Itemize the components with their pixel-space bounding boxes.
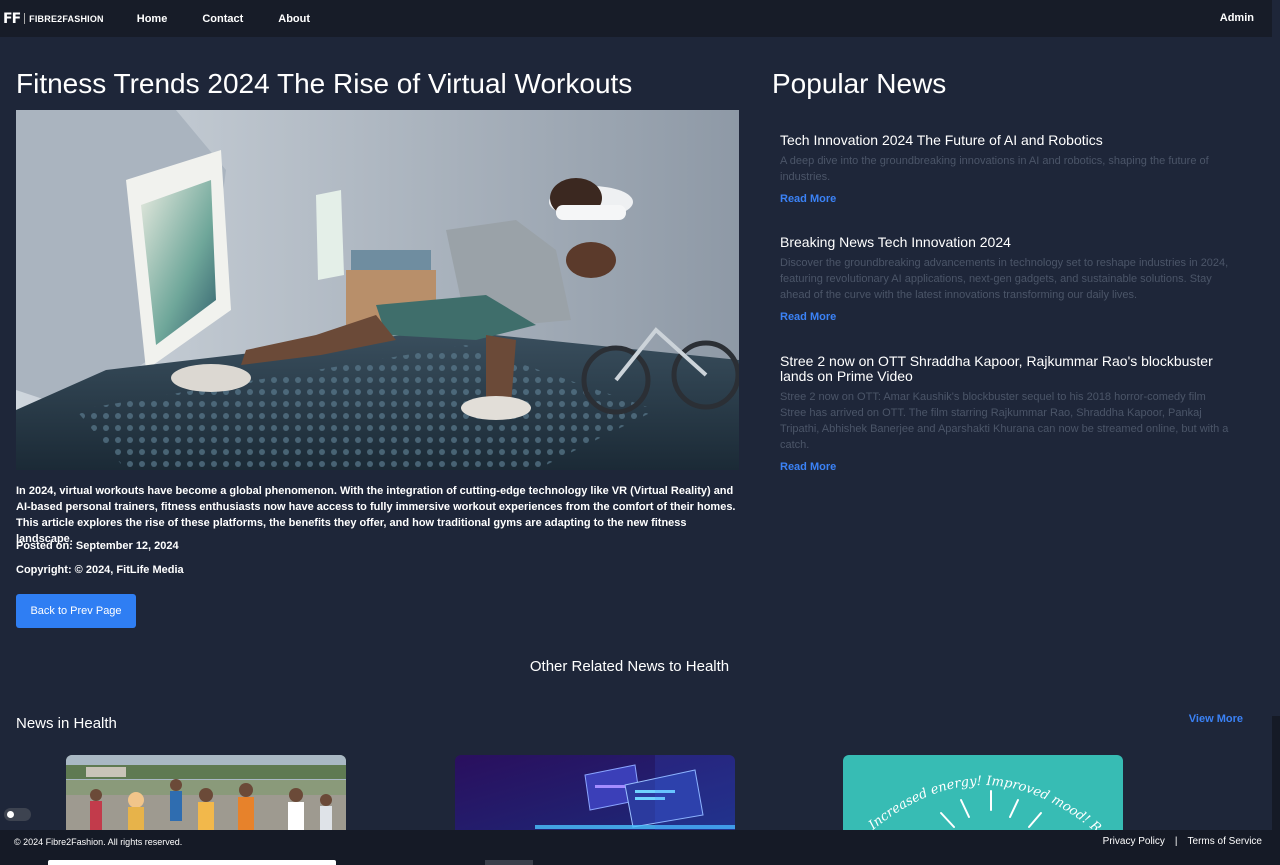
popular-item-title[interactable]: Tech Innovation 2024 The Future of AI an… — [780, 133, 1235, 148]
footer-separator: | — [1174, 836, 1178, 847]
terms-of-service-link[interactable]: Terms of Service — [1188, 836, 1262, 847]
posted-label: Posted on: — [16, 540, 73, 552]
top-navbar: FF FIBRE2FASHION Home Contact About Admi… — [0, 0, 1272, 37]
health-news-card[interactable]: Increased energy! Improved mood! Reduced… — [843, 755, 1123, 835]
article-body: In 2024, virtual workouts have become a … — [16, 485, 736, 545]
popular-news-item: Stree 2 now on OTT Shraddha Kapoor, Rajk… — [780, 354, 1235, 475]
footer-links: Privacy Policy | Terms of Service — [1103, 836, 1262, 847]
toggle-knob — [7, 811, 14, 818]
site-logo[interactable]: FF FIBRE2FASHION — [3, 0, 104, 37]
article-title: Fitness Trends 2024 The Rise of Virtual … — [16, 68, 633, 99]
view-more-link[interactable]: View More — [1189, 713, 1243, 725]
bottom-input-edge — [48, 860, 336, 865]
logo-text: FIBRE2FASHION — [29, 13, 104, 24]
copyright-value: © 2024, FitLife Media — [74, 564, 184, 576]
bottom-element-edge — [485, 860, 533, 865]
popular-item-title[interactable]: Stree 2 now on OTT Shraddha Kapoor, Rajk… — [780, 354, 1235, 384]
logo-divider — [24, 13, 26, 24]
logo-mark: FF — [3, 10, 21, 27]
privacy-policy-link[interactable]: Privacy Policy — [1103, 836, 1165, 847]
read-more-link[interactable]: Read More — [780, 311, 836, 323]
theme-toggle[interactable] — [4, 808, 31, 821]
footer-copyright: © 2024 Fibre2Fashion. All rights reserve… — [14, 837, 183, 847]
read-more-link[interactable]: Read More — [780, 193, 836, 205]
popular-news-title: Popular News — [772, 68, 947, 99]
read-more-link[interactable]: Read More — [780, 461, 836, 473]
posted-value: September 12, 2024 — [75, 540, 179, 552]
posted-date: Posted on: September 12, 2024 — [16, 540, 179, 552]
related-news-heading: Other Related News to Health — [529, 658, 730, 675]
popular-item-desc: A deep dive into the groundbreaking inno… — [780, 155, 1209, 183]
scrollbar-track[interactable] — [1272, 716, 1280, 836]
nav-link-home[interactable]: Home — [137, 13, 168, 25]
article-hero-image — [16, 110, 739, 470]
health-news-card[interactable] — [455, 755, 735, 835]
nav-link-contact[interactable]: Contact — [202, 13, 243, 25]
popular-item-desc: Stree 2 now on OTT: Amar Kaushik's block… — [780, 391, 1229, 451]
news-in-health-title: News in Health — [16, 715, 117, 732]
copyright-label: Copyright: — [16, 564, 72, 576]
back-to-prev-button[interactable]: Back to Prev Page — [16, 594, 136, 628]
popular-item-desc: Discover the groundbreaking advancements… — [780, 257, 1229, 301]
popular-news-item: Tech Innovation 2024 The Future of AI an… — [780, 133, 1235, 207]
nav-links: Home Contact About — [137, 13, 345, 25]
health-news-card[interactable] — [66, 755, 346, 835]
popular-news-item: Breaking News Tech Innovation 2024 Disco… — [780, 235, 1235, 325]
popular-item-title[interactable]: Breaking News Tech Innovation 2024 — [780, 235, 1235, 250]
nav-link-admin[interactable]: Admin — [1220, 12, 1254, 24]
nav-link-about[interactable]: About — [278, 13, 310, 25]
copyright-line: Copyright: © 2024, FitLife Media — [16, 564, 184, 576]
